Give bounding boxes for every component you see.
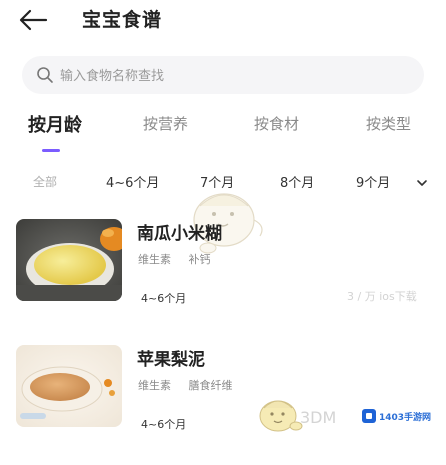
age-chip-8-months[interactable]: 8个月 <box>280 172 314 191</box>
ghost-watermark-text: 3 / 万 ios下载 <box>347 290 417 303</box>
recipe-tags: 维生素 膳食纤维 <box>138 377 247 393</box>
search-bar[interactable] <box>22 56 424 96</box>
mascot-watermark-icon <box>259 400 303 432</box>
recipe-image <box>16 219 122 301</box>
tab-by-nutrition[interactable]: 按营养 <box>143 113 188 134</box>
age-chip-4-6-months[interactable]: 4~6个月 <box>106 172 159 191</box>
recipe-tag: 补钙 <box>188 253 211 266</box>
page-title: 宝宝食谱 <box>82 9 163 31</box>
recipe-tag: 膳食纤维 <box>188 379 233 392</box>
recipe-name: 苹果梨泥 <box>137 350 205 370</box>
recipe-age: 4~6个月 <box>141 292 187 305</box>
tab-by-age[interactable]: 按月龄 <box>28 111 82 137</box>
recipe-age: 4~6个月 <box>141 418 187 431</box>
chevron-down-icon[interactable] <box>415 176 429 190</box>
recipe-name: 南瓜小米糊 <box>137 224 222 244</box>
arrow-left-icon <box>19 9 48 31</box>
active-tab-indicator <box>42 149 60 152</box>
recipe-tags: 维生素 补钙 <box>138 251 225 267</box>
age-chip-all[interactable]: 全部 <box>33 173 57 190</box>
site-watermark: 1403手游网 <box>362 407 431 425</box>
recipe-card[interactable]: 南瓜小米糊 维生素 补钙 4~6个月 <box>0 219 446 339</box>
search-icon <box>37 67 53 83</box>
watermark-3dm-text: 3DM <box>300 408 337 427</box>
back-button[interactable] <box>16 6 50 34</box>
site-watermark-text: 1403手游网 <box>379 412 432 423</box>
tab-by-ingredient[interactable]: 按食材 <box>254 113 299 134</box>
site-logo-icon <box>362 409 376 423</box>
recipe-card[interactable]: 苹果梨泥 维生素 膳食纤维 4~6个月 <box>0 345 446 465</box>
tab-by-type[interactable]: 按类型 <box>366 113 411 134</box>
recipe-image <box>16 345 122 427</box>
search-input[interactable] <box>58 56 412 96</box>
recipe-tag: 维生素 <box>138 379 171 392</box>
recipe-tag: 维生素 <box>138 253 171 266</box>
app-header: 宝宝食谱 <box>0 0 446 46</box>
age-chip-9-months[interactable]: 9个月 <box>356 172 390 191</box>
category-tabs: 按月龄 按营养 按食材 按类型 <box>0 113 446 153</box>
